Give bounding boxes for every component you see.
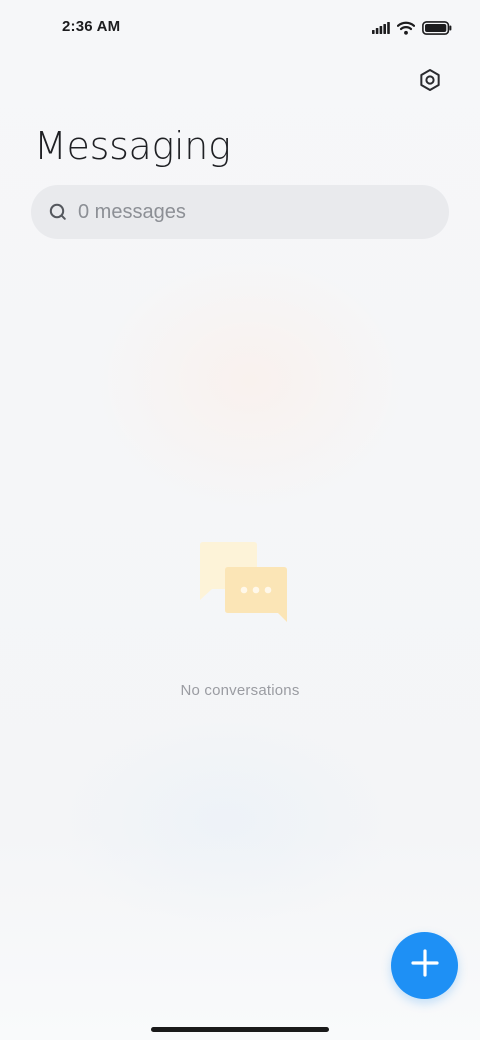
empty-state: No conversations: [0, 540, 480, 699]
new-conversation-button[interactable]: [391, 932, 458, 999]
status-time: 2:36 AM: [62, 18, 121, 35]
chat-bubbles-icon: [0, 540, 480, 630]
empty-state-text: No conversations: [180, 682, 300, 699]
settings-button[interactable]: [410, 62, 450, 102]
search-bar[interactable]: 0 messages: [31, 185, 449, 239]
battery-icon: [422, 21, 452, 35]
signal-icon: [372, 22, 390, 34]
wifi-icon: [397, 21, 415, 35]
search-placeholder: 0 messages: [78, 200, 186, 223]
search-icon: [48, 202, 68, 222]
plus-icon: [410, 948, 440, 983]
battery-level-fill: [425, 24, 447, 32]
status-icons: [372, 18, 452, 38]
page-title: Messaging: [34, 124, 231, 168]
settings-icon: [418, 68, 442, 97]
home-indicator[interactable]: [151, 1027, 329, 1032]
status-bar: 2:36 AM: [0, 0, 480, 56]
